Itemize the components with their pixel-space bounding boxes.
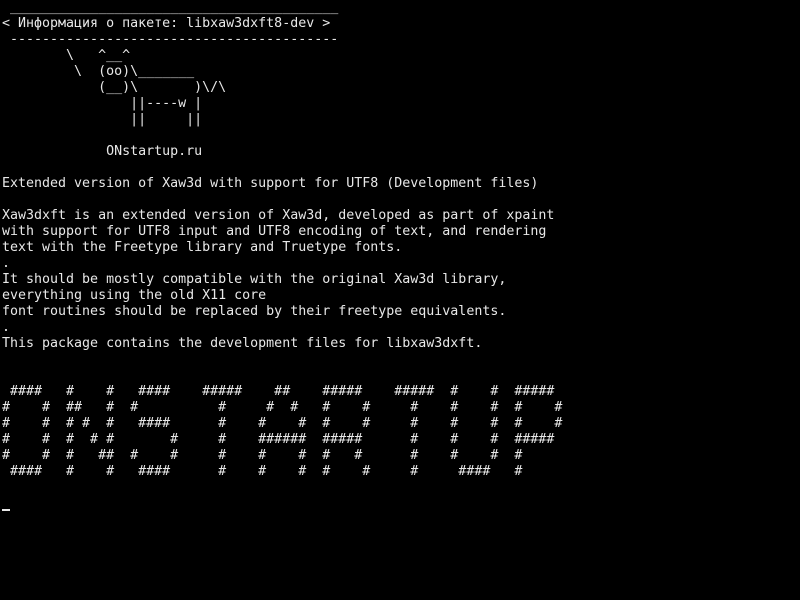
cow-line: \ (oo)\_______ bbox=[2, 64, 195, 79]
description-line: This package contains the development fi… bbox=[2, 336, 483, 351]
package-description: Xaw3dxft is an extended version of Xaw3d… bbox=[2, 208, 800, 352]
cow-line: \ ^__^ bbox=[2, 48, 131, 63]
description-line: text with the Freetype library and Truet… bbox=[2, 240, 403, 255]
cow-line: ||----w | bbox=[2, 96, 203, 111]
banner-line: #### # # #### ##### ## ##### ##### # # #… bbox=[2, 384, 555, 399]
banner-line: # # # # # #### # # # # # # # # # # bbox=[2, 416, 563, 431]
banner-line: # # # # # # # ###### ##### # # # ##### bbox=[2, 432, 555, 447]
package-summary: Extended version of Xaw3d with support f… bbox=[2, 176, 539, 191]
bubble-top-border: ________________________________________… bbox=[2, 0, 339, 15]
description-line: It should be mostly compatible with the … bbox=[2, 272, 507, 287]
banner-line: # # ## # # # # # # # # # # # # bbox=[2, 400, 563, 415]
cow-line: || || bbox=[2, 112, 203, 127]
bubble-bottom-border: ----------------------------------------… bbox=[2, 32, 339, 47]
text-cursor bbox=[2, 509, 10, 511]
description-line: font routines should be replaced by thei… bbox=[2, 304, 507, 319]
banner-line: #### # # #### # # # # # # #### # bbox=[2, 464, 523, 479]
description-line: with support for UTF8 input and UTF8 enc… bbox=[2, 224, 547, 239]
speech-bubble: ________________________________________… bbox=[2, 0, 800, 48]
description-line: . bbox=[2, 320, 11, 335]
description-line: everything using the old X11 core bbox=[2, 288, 267, 303]
description-line: . bbox=[2, 256, 11, 271]
banner-line: # # # ## # # # # # # # # # # # bbox=[2, 448, 523, 463]
site-label: ONstartup.ru bbox=[2, 144, 203, 159]
bubble-title: < Информация о пакете: libxaw3dxft8-dev … bbox=[2, 16, 331, 31]
ascii-banner: #### # # #### ##### ## ##### ##### # # #… bbox=[2, 384, 800, 480]
ascii-cow: \ ^__^ \ (oo)\_______ (__)\ )\/\ ||----w… bbox=[2, 48, 800, 128]
cow-line: (__)\ )\/\ bbox=[2, 80, 227, 95]
description-line: Xaw3dxft is an extended version of Xaw3d… bbox=[2, 208, 555, 223]
terminal-screen: ________________________________________… bbox=[0, 0, 800, 600]
